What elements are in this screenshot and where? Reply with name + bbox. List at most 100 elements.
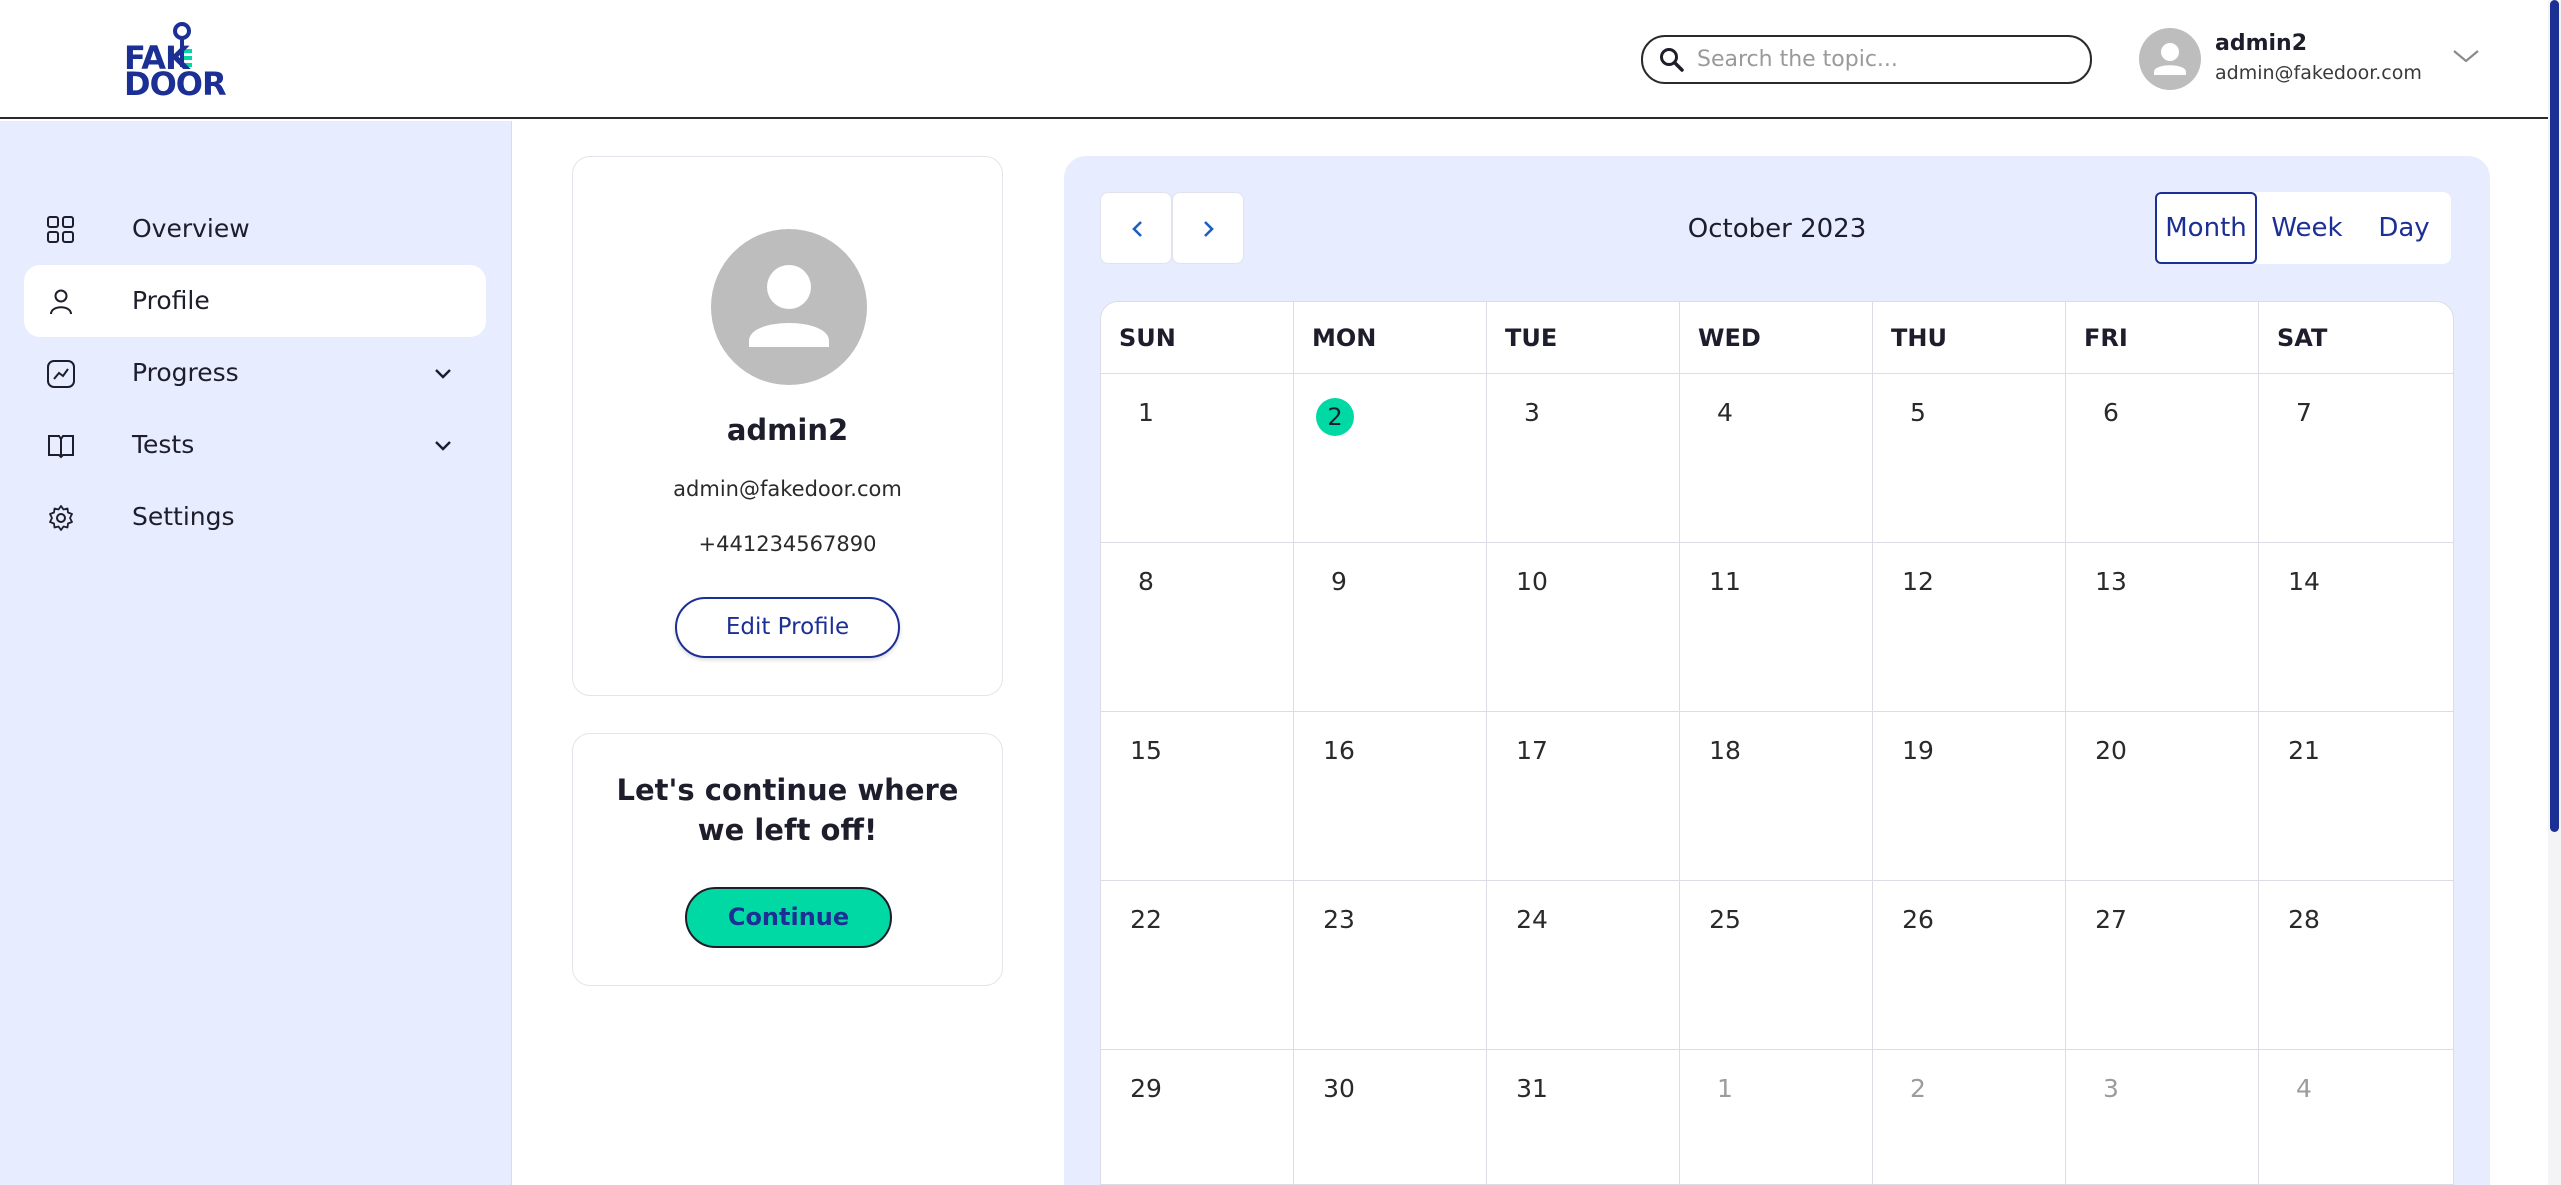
calendar-day-number: 2 [1910,1074,1926,1103]
calendar-day-cell[interactable]: 10 [1487,543,1680,712]
calendar-day-cell[interactable]: 14 [2259,543,2453,712]
calendar-day-cell[interactable]: 18 [1680,712,1873,881]
calendar-day-cell[interactable]: 5 [1873,374,2066,543]
continue-button[interactable]: Continue [685,887,892,948]
calendar-day-cell[interactable]: 4 [1680,374,1873,543]
calendar-day-cell[interactable]: 29 [1101,1050,1294,1184]
search-icon [1660,47,1684,72]
user-menu[interactable]: admin2 admin@fakedoor.com [2139,28,2499,92]
calendar-day-cell[interactable]: 19 [1873,712,2066,881]
sidebar: Overview Profile Progress Tests Settings [0,121,512,1185]
calendar-day-cell[interactable]: 12 [1873,543,2066,712]
calendar-day-number: 20 [2095,736,2127,765]
search-input[interactable] [1695,46,2075,73]
calendar-day-cell[interactable]: 7 [2259,374,2453,543]
calendar-day-number: 17 [1516,736,1548,765]
calendar-day-number: 16 [1323,736,1355,765]
calendar-day-number: 1 [1138,398,1154,427]
calendar-day-cell[interactable]: 31 [1487,1050,1680,1184]
calendar-day-number: 4 [2296,1074,2312,1103]
book-icon [48,435,74,459]
calendar-day-cell[interactable]: 8 [1101,543,1294,712]
fakedoor-logo[interactable]: FAK DOOR [122,22,227,100]
calendar-day-cell[interactable]: 13 [2066,543,2259,712]
chevron-right-icon [1204,221,1214,237]
calendar-day-number: 31 [1516,1074,1548,1103]
edit-profile-button[interactable]: Edit Profile [675,597,900,658]
weekday-header: SAT [2259,302,2453,374]
view-day-button[interactable]: Day [2357,192,2451,264]
calendar-day-cell[interactable]: 17 [1487,712,1680,881]
calendar-day-cell[interactable]: 25 [1680,881,1873,1050]
calendar-day-cell[interactable]: 21 [2259,712,2453,881]
sidebar-item-settings[interactable]: Settings [24,481,486,553]
calendar-day-number: 19 [1902,736,1934,765]
calendar-day-number: 15 [1130,736,1162,765]
person-icon [50,289,72,315]
header-user-name: admin2 [2215,31,2308,56]
top-header: FAK DOOR admin2 admin@fakedoor.com [0,0,2548,119]
sidebar-item-tests[interactable]: Tests [24,409,486,481]
chart-icon [47,360,75,388]
calendar-day-number: 8 [1138,567,1154,596]
avatar[interactable] [2139,28,2201,90]
calendar-day-cell[interactable]: 16 [1294,712,1487,881]
chevron-down-icon[interactable] [432,435,454,457]
weekday-label: WED [1698,324,1761,352]
calendar-day-cell[interactable]: 30 [1294,1050,1487,1184]
calendar-day-number: 13 [2095,567,2127,596]
sidebar-item-label: Tests [132,430,195,459]
calendar-day-cell[interactable]: 3 [1487,374,1680,543]
sidebar-item-profile[interactable]: Profile [24,265,486,337]
calendar-day-number: 7 [2296,398,2312,427]
calendar-day-number: 1 [1717,1074,1733,1103]
calendar-day-cell[interactable]: 24 [1487,881,1680,1050]
calendar-day-number: 2 [1327,403,1343,431]
user-avatar-icon [749,265,829,347]
view-month-button[interactable]: Month [2155,192,2257,264]
calendar-day-cell[interactable]: 3 [2066,1050,2259,1184]
calendar-day-number: 24 [1516,905,1548,934]
calendar-day-cell[interactable]: 11 [1680,543,1873,712]
weekday-header: WED [1680,302,1873,374]
chevron-down-icon[interactable] [2448,44,2484,68]
calendar-day-cell[interactable]: 1 [1101,374,1294,543]
page-scrollbar[interactable] [2548,0,2561,1185]
weekday-label: SAT [2277,324,2328,352]
logo-text-line2: DOOR [124,65,227,103]
weekday-header: FRI [2066,302,2259,374]
calendar-day-cell[interactable]: 20 [2066,712,2259,881]
calendar-day-cell[interactable]: 22 [1101,881,1294,1050]
calendar-day-cell[interactable]: 1 [1680,1050,1873,1184]
calendar-day-number: 27 [2095,905,2127,934]
scrollbar-thumb[interactable] [2550,0,2559,832]
next-month-button[interactable] [1172,192,1244,264]
calendar-day-number: 12 [1902,567,1934,596]
weekday-label: MON [1312,324,1377,352]
sidebar-item-overview[interactable]: Overview [24,193,486,265]
calendar-day-cell[interactable]: 26 [1873,881,2066,1050]
previous-month-button[interactable] [1100,192,1172,264]
sidebar-item-progress[interactable]: Progress [24,337,486,409]
calendar-day-cell[interactable]: 9 [1294,543,1487,712]
sidebar-item-label: Profile [132,286,210,315]
search-box[interactable] [1641,35,2092,84]
calendar-day-cell[interactable]: 2 [1873,1050,2066,1184]
profile-email: admin@fakedoor.com [673,477,902,501]
sidebar-item-label: Overview [132,214,250,243]
calendar-day-cell[interactable]: 4 [2259,1050,2453,1184]
calendar-day-cell[interactable]: 28 [2259,881,2453,1050]
calendar-day-cell[interactable]: 23 [1294,881,1487,1050]
calendar-day-cell[interactable]: 15 [1101,712,1294,881]
calendar-day-cell[interactable]: 2 [1294,374,1487,543]
sidebar-item-label: Progress [132,358,239,387]
calendar-grid: SUN MON TUE WED THU FRI SAT 1 2 3 4 5 6 7 8 9 10 11 12 13 14… [1100,301,2454,1185]
grid-icon [47,216,74,243]
calendar-day-cell[interactable]: 27 [2066,881,2259,1050]
chevron-down-icon[interactable] [432,363,454,385]
calendar-day-cell[interactable]: 6 [2066,374,2259,543]
calendar-day-number: 22 [1130,905,1162,934]
view-week-button[interactable]: Week [2257,192,2357,264]
weekday-header: TUE [1487,302,1680,374]
weekday-label: FRI [2084,324,2128,352]
